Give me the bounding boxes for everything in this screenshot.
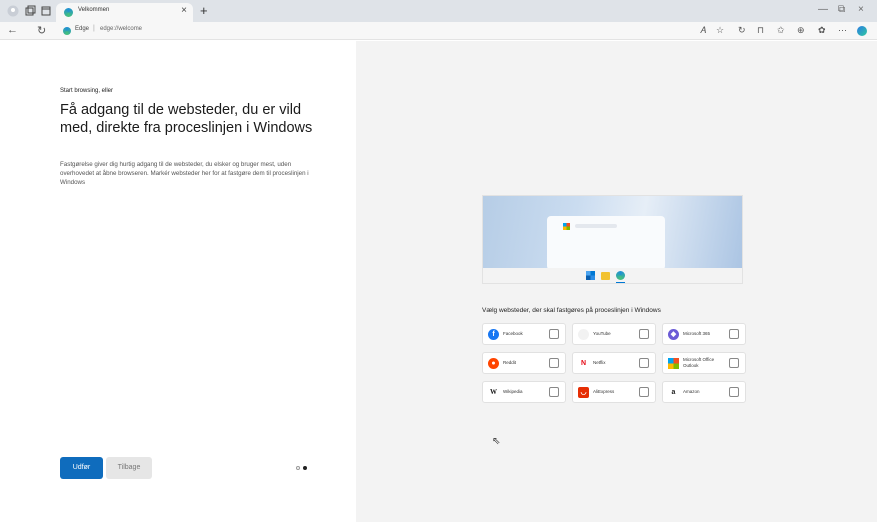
sites-title: Vælg websteder, der skal fastgøres på pr… — [482, 307, 661, 314]
site-name: Wikipedia — [503, 389, 523, 394]
reading-view-icon[interactable]: ⊓ — [757, 25, 764, 36]
back-button[interactable]: ← — [7, 24, 18, 36]
workspaces-icon[interactable] — [24, 5, 36, 17]
new-tab-button[interactable]: + — [200, 3, 208, 18]
active-indicator — [616, 282, 625, 283]
site-tile-wikipedia[interactable]: W Wikipedia — [482, 381, 566, 403]
favorites-icon[interactable]: ✩ — [777, 25, 785, 36]
page-title: Få adgang til de websteder, du er vild m… — [60, 102, 313, 136]
windows-logo-icon — [563, 223, 570, 230]
taskbar-preview-image — [482, 195, 743, 284]
tab-bar: Velkommen × + — ⧉ × — [0, 0, 877, 22]
site-checkbox[interactable] — [549, 387, 559, 397]
copilot-icon[interactable] — [857, 26, 867, 36]
site-checkbox[interactable] — [639, 329, 649, 339]
description: Fastgørelse giver dig hurtig adgang til … — [60, 161, 309, 186]
refresh-button[interactable]: ↻ — [37, 24, 46, 37]
reddit-icon: ● — [488, 358, 499, 369]
folder-icon — [601, 272, 610, 280]
site-tile-microsoft-365[interactable]: ◆ Microsoft 365 — [662, 323, 746, 345]
site-name: Microsoft 365 — [683, 331, 711, 336]
site-checkbox[interactable] — [729, 329, 739, 339]
wikipedia-icon: W — [488, 387, 499, 398]
pretitle: Start browsing, eller — [60, 88, 114, 94]
site-tile-office-outlook[interactable]: ▦ Microsoft Office Outlook — [662, 352, 746, 374]
favorite-star-icon[interactable]: ☆ — [716, 25, 724, 36]
microsoft-365-icon: ◆ — [668, 329, 679, 340]
extensions-icon[interactable]: ✿ — [818, 25, 826, 36]
site-name: YouTube — [593, 331, 611, 336]
site-name: Microsoft Office Outlook — [683, 357, 715, 368]
amazon-icon: a — [668, 387, 679, 398]
preview-taskbar — [483, 268, 742, 283]
address-input[interactable]: Edge | edge://welcome — [57, 24, 697, 38]
site-name: Facebook — [503, 331, 523, 336]
edge-taskbar-icon — [616, 271, 625, 280]
edge-logo-icon — [63, 27, 71, 35]
site-checkbox[interactable] — [729, 387, 739, 397]
refresh-tool-icon[interactable]: ↻ — [738, 25, 746, 36]
address-url: edge://welcome — [100, 26, 143, 32]
site-checkbox[interactable] — [639, 387, 649, 397]
site-checkbox[interactable] — [729, 358, 739, 368]
site-name: Amazon — [683, 389, 700, 394]
tab-welcome[interactable]: Velkommen × — [56, 3, 193, 22]
mouse-cursor-icon: ⇖ — [492, 436, 501, 447]
site-tile-aliexpress[interactable]: ◡ AliExpress — [572, 381, 656, 403]
finish-button[interactable]: Udfør — [60, 457, 103, 479]
aliexpress-icon: ◡ — [578, 387, 589, 398]
page-dot-1[interactable] — [296, 466, 300, 470]
youtube-icon — [578, 329, 589, 340]
office-icon: ▦ — [668, 358, 679, 369]
site-tile-youtube[interactable]: YouTube — [572, 323, 656, 345]
site-name: Reddit — [503, 360, 517, 365]
site-checkbox[interactable] — [639, 358, 649, 368]
site-checkbox[interactable] — [549, 329, 559, 339]
site-tile-netflix[interactable]: N Netflix — [572, 352, 656, 374]
back-button[interactable]: Tilbage — [106, 457, 152, 479]
facebook-icon: f — [488, 329, 499, 340]
address-source: Edge — [75, 26, 90, 32]
page-dot-2-active[interactable] — [303, 466, 307, 470]
start-icon — [586, 271, 595, 280]
collections-icon[interactable]: ⊕ — [797, 25, 805, 36]
address-bar-row: ← ↻ Edge | edge://welcome 𝐴 ☆ ↻ ⊓ ✩ ⊕ ✿ … — [0, 22, 877, 40]
read-aloud-icon[interactable]: 𝐴 — [700, 25, 706, 36]
welcome-panel: Start browsing, eller Få adgang til de w… — [10, 41, 356, 522]
more-icon[interactable]: ⋯ — [838, 25, 847, 36]
profile-icon[interactable] — [7, 5, 19, 17]
site-tile-facebook[interactable]: f Facebook — [482, 323, 566, 345]
site-name: AliExpress — [593, 389, 615, 394]
pin-sites-panel: Vælg websteder, der skal fastgøres på pr… — [356, 41, 877, 522]
minimize-button[interactable]: — — [818, 4, 828, 15]
edge-logo-icon — [64, 8, 73, 17]
tab-actions-icon[interactable] — [40, 5, 52, 17]
site-checkbox[interactable] — [549, 358, 559, 368]
close-window-button[interactable]: × — [858, 4, 864, 15]
restore-button[interactable]: ⧉ — [838, 4, 845, 15]
address-separator: | — [93, 25, 95, 32]
site-name: Netflix — [593, 360, 606, 365]
site-tile-reddit[interactable]: ● Reddit — [482, 352, 566, 374]
tab-title: Velkommen — [78, 7, 110, 13]
close-tab-icon[interactable]: × — [181, 5, 187, 16]
netflix-icon: N — [578, 358, 589, 369]
site-tile-amazon[interactable]: a Amazon — [662, 381, 746, 403]
preview-bar — [575, 224, 617, 228]
